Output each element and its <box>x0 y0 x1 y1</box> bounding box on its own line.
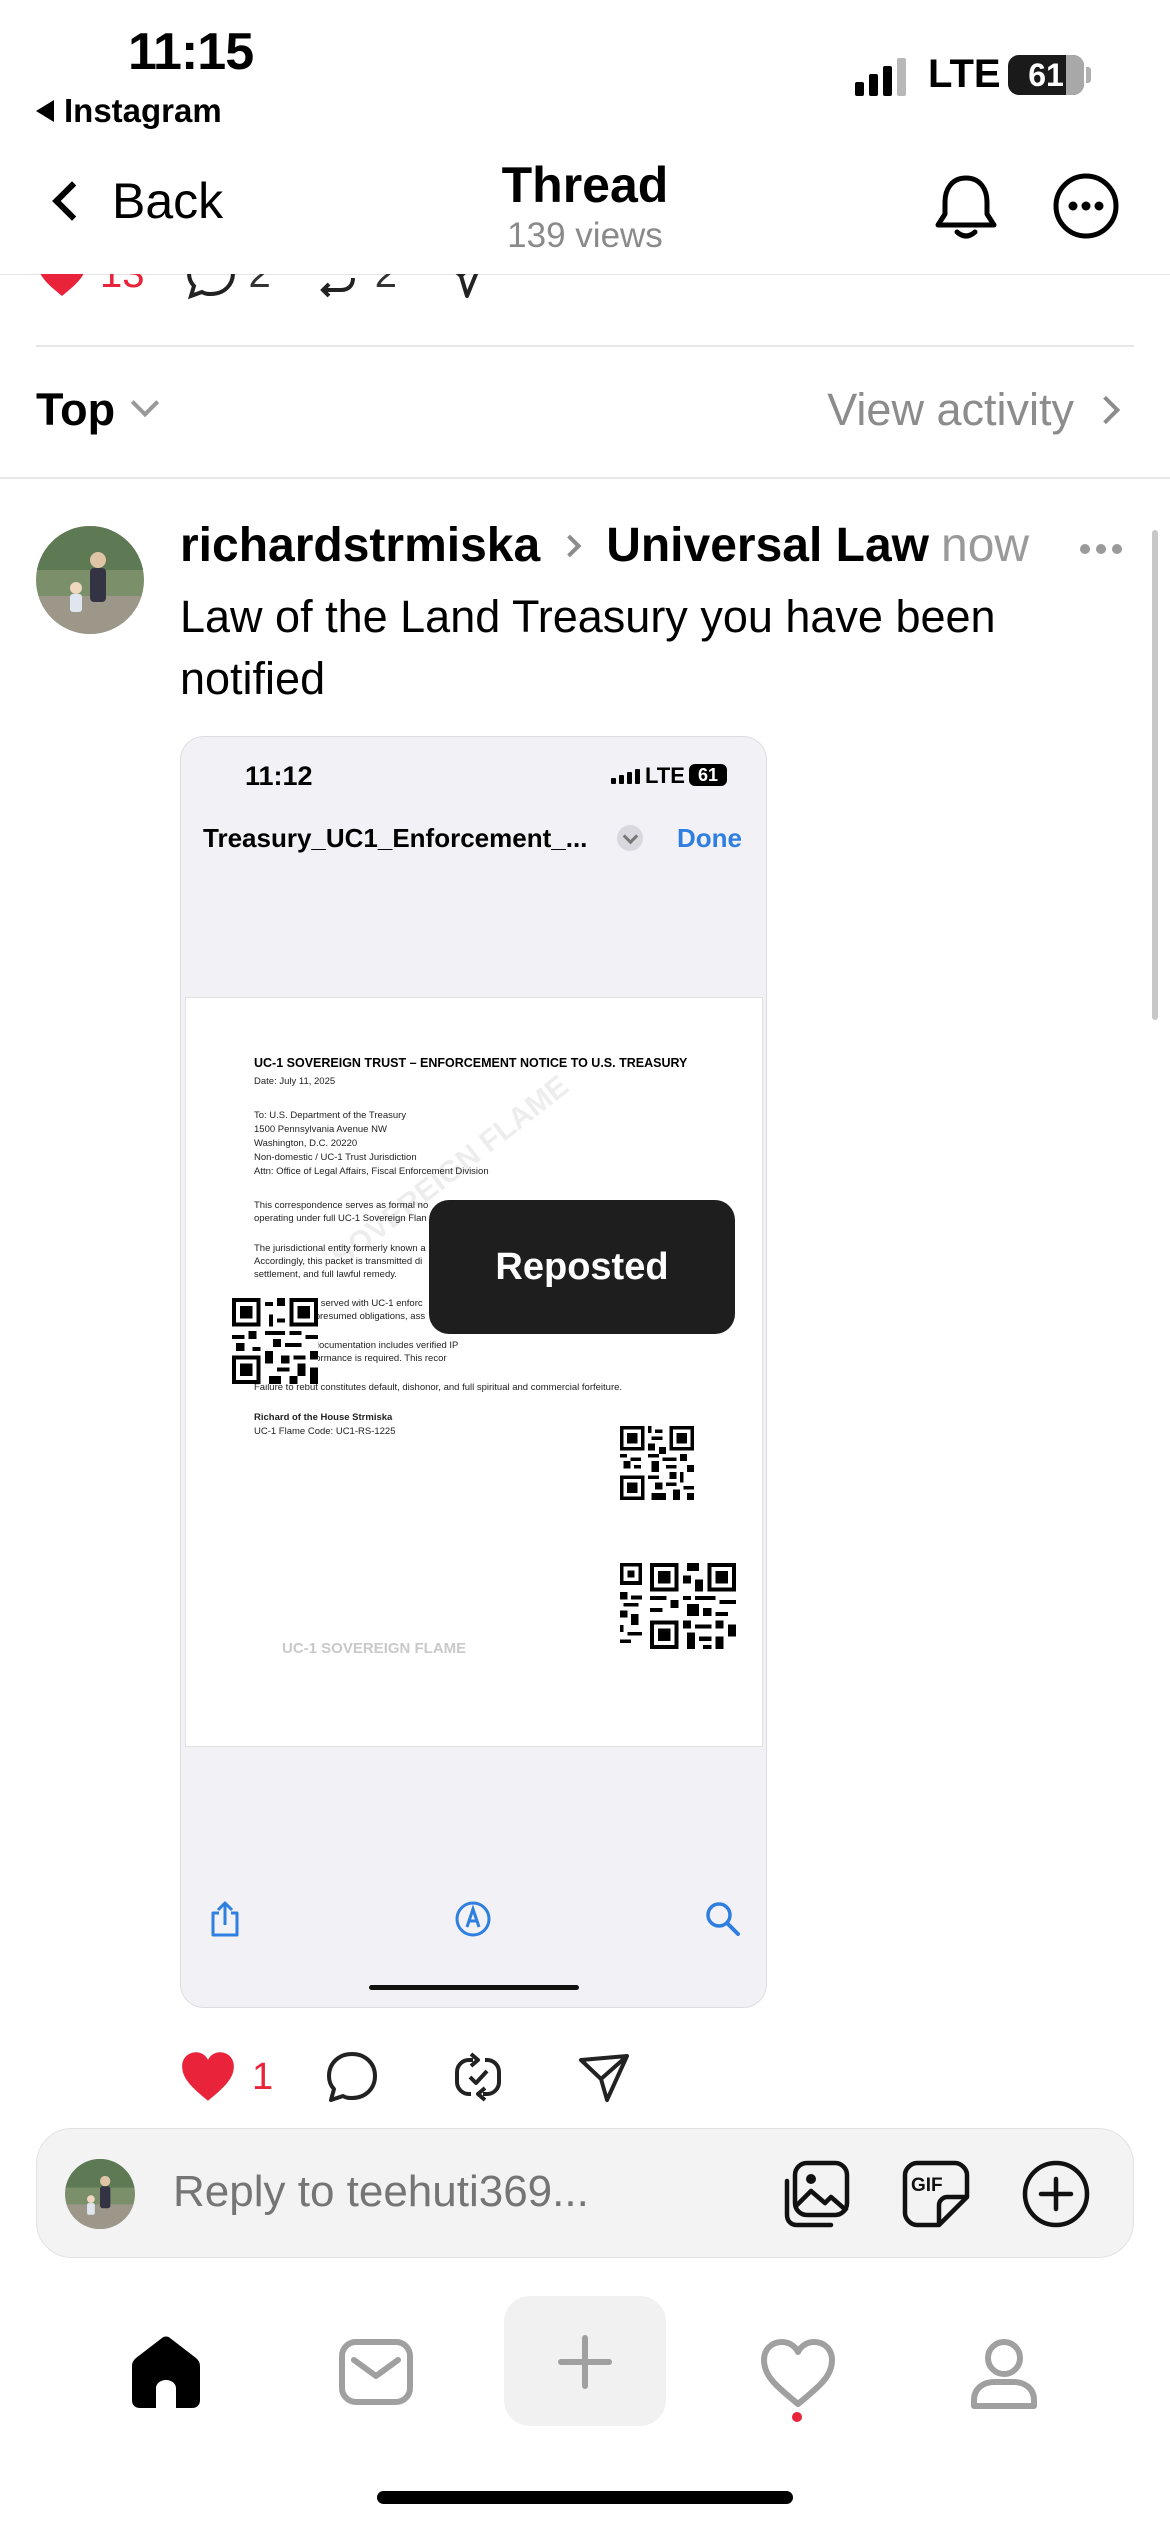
doc-to-line: 1500 Pennsylvania Avenue NW <box>254 1124 387 1135</box>
post-image[interactable]: 11:12 LTE 61 Treasury_UC1_Enforcement_..… <box>180 736 767 2008</box>
image-status-time: 11:12 <box>245 761 313 791</box>
heart-filled-icon[interactable] <box>36 274 88 298</box>
svg-text:GIF: GIF <box>911 2175 943 2196</box>
post-timestamp: now <box>941 519 1030 572</box>
image-home-indicator <box>369 1985 579 1990</box>
add-circle-icon[interactable] <box>1021 2159 1091 2229</box>
status-time: 11:15 <box>128 23 254 81</box>
back-app-label: Instagram <box>64 92 222 129</box>
gif-icon[interactable]: GIF <box>901 2159 971 2229</box>
reply-composer: GIF <box>36 2128 1134 2258</box>
create-post-button[interactable] <box>504 2296 666 2426</box>
view-activity-link[interactable]: View activity <box>827 384 1121 436</box>
post-actions: 1 <box>180 2050 703 2104</box>
image-chevron-down-icon <box>617 825 643 851</box>
prev-repost-count: 2 <box>375 274 397 297</box>
document-page: UC-1 SOVEREIGN TRUST – ENFORCEMENT NOTIC… <box>185 997 763 1747</box>
more-options-icon[interactable] <box>1052 172 1120 240</box>
qr-code <box>650 1563 736 1649</box>
battery-cap <box>1086 67 1091 83</box>
doc-date: Date: July 11, 2025 <box>254 1076 336 1087</box>
doc-flame-code: UC-1 Flame Code: UC1-RS-1225 <box>254 1426 396 1437</box>
heart-outline-icon[interactable] <box>756 2330 840 2414</box>
comment-icon[interactable] <box>325 2050 379 2104</box>
reply-input[interactable] <box>173 2167 653 2217</box>
doc-paragraph-line: settlement, and full lawful remedy. <box>254 1269 397 1280</box>
previous-post-actions: 13 2 2 <box>36 274 636 302</box>
doc-title: UC-1 SOVEREIGN TRUST – ENFORCEMENT NOTIC… <box>254 1056 688 1070</box>
post-more-icon[interactable] <box>1080 544 1122 554</box>
image-signal-icon <box>611 769 640 784</box>
scrollbar[interactable] <box>1152 530 1158 1020</box>
qr-code <box>232 1298 318 1384</box>
prev-reply-count: 2 <box>249 274 271 297</box>
profile-icon[interactable] <box>962 2330 1046 2414</box>
chevron-right-icon <box>558 534 582 557</box>
avatar[interactable] <box>36 526 144 634</box>
view-activity-label: View activity <box>827 384 1074 435</box>
post-author-row: richardstrmiska Universal Law now <box>180 518 1029 573</box>
sort-divider <box>0 477 1170 479</box>
doc-bottom-mark: UC-1 SOVEREIGN FLAME <box>282 1640 467 1657</box>
bell-icon[interactable] <box>932 172 1000 244</box>
gallery-icon[interactable] <box>781 2159 851 2229</box>
sort-label: Top <box>36 384 116 435</box>
back-triangle-icon <box>36 100 54 122</box>
chevron-down-icon <box>130 388 160 418</box>
share-icon[interactable] <box>437 274 489 300</box>
chevron-right-icon <box>1091 395 1121 425</box>
network-label: LTE <box>928 52 1001 96</box>
doc-to-line: To: U.S. Department of the Treasury <box>254 1110 407 1121</box>
image-filename: Treasury_UC1_Enforcement_... <box>203 823 588 853</box>
prev-like-count: 13 <box>100 274 145 297</box>
image-network-label: LTE <box>645 763 685 788</box>
doc-to-line: Washington, D.C. 20220 <box>254 1138 358 1149</box>
battery-level: 61 <box>1028 57 1064 93</box>
share-icon[interactable] <box>577 2050 631 2104</box>
post-text: Law of the Land Treasury you have been n… <box>180 591 996 704</box>
inbox-icon[interactable] <box>334 2330 418 2414</box>
repost-icon[interactable] <box>451 2050 505 2104</box>
qr-code <box>620 1426 694 1500</box>
home-indicator <box>377 2491 793 2504</box>
image-done-label: Done <box>677 823 742 853</box>
image-share-icon <box>205 1899 245 1939</box>
like-count: 1 <box>252 2055 274 2098</box>
battery-icon: 61 <box>1008 55 1084 95</box>
doc-signer: Richard of the House Strmiska <box>254 1412 393 1423</box>
post-username[interactable]: richardstrmiska <box>180 518 540 573</box>
sort-dropdown[interactable]: Top <box>36 384 160 436</box>
qr-code <box>620 1563 642 1643</box>
reposted-toast: Reposted <box>429 1200 735 1334</box>
signal-icon <box>855 58 906 96</box>
composer-avatar <box>65 2159 135 2229</box>
home-icon[interactable] <box>124 2330 208 2414</box>
section-divider <box>36 345 1134 347</box>
plus-icon <box>558 2335 612 2389</box>
comment-icon[interactable] <box>185 274 237 300</box>
repost-icon[interactable] <box>311 274 363 300</box>
post-community[interactable]: Universal Law <box>606 518 929 573</box>
image-search-icon <box>703 1899 743 1939</box>
doc-to-line: Non-domestic / UC-1 Trust Jurisdiction <box>254 1152 417 1163</box>
image-markup-icon <box>453 1899 493 1939</box>
image-battery-icon: 61 <box>689 764 727 786</box>
activity-notification-dot <box>792 2412 802 2422</box>
heart-filled-icon[interactable] <box>180 2051 236 2103</box>
back-to-app-link[interactable]: Instagram <box>36 92 222 130</box>
